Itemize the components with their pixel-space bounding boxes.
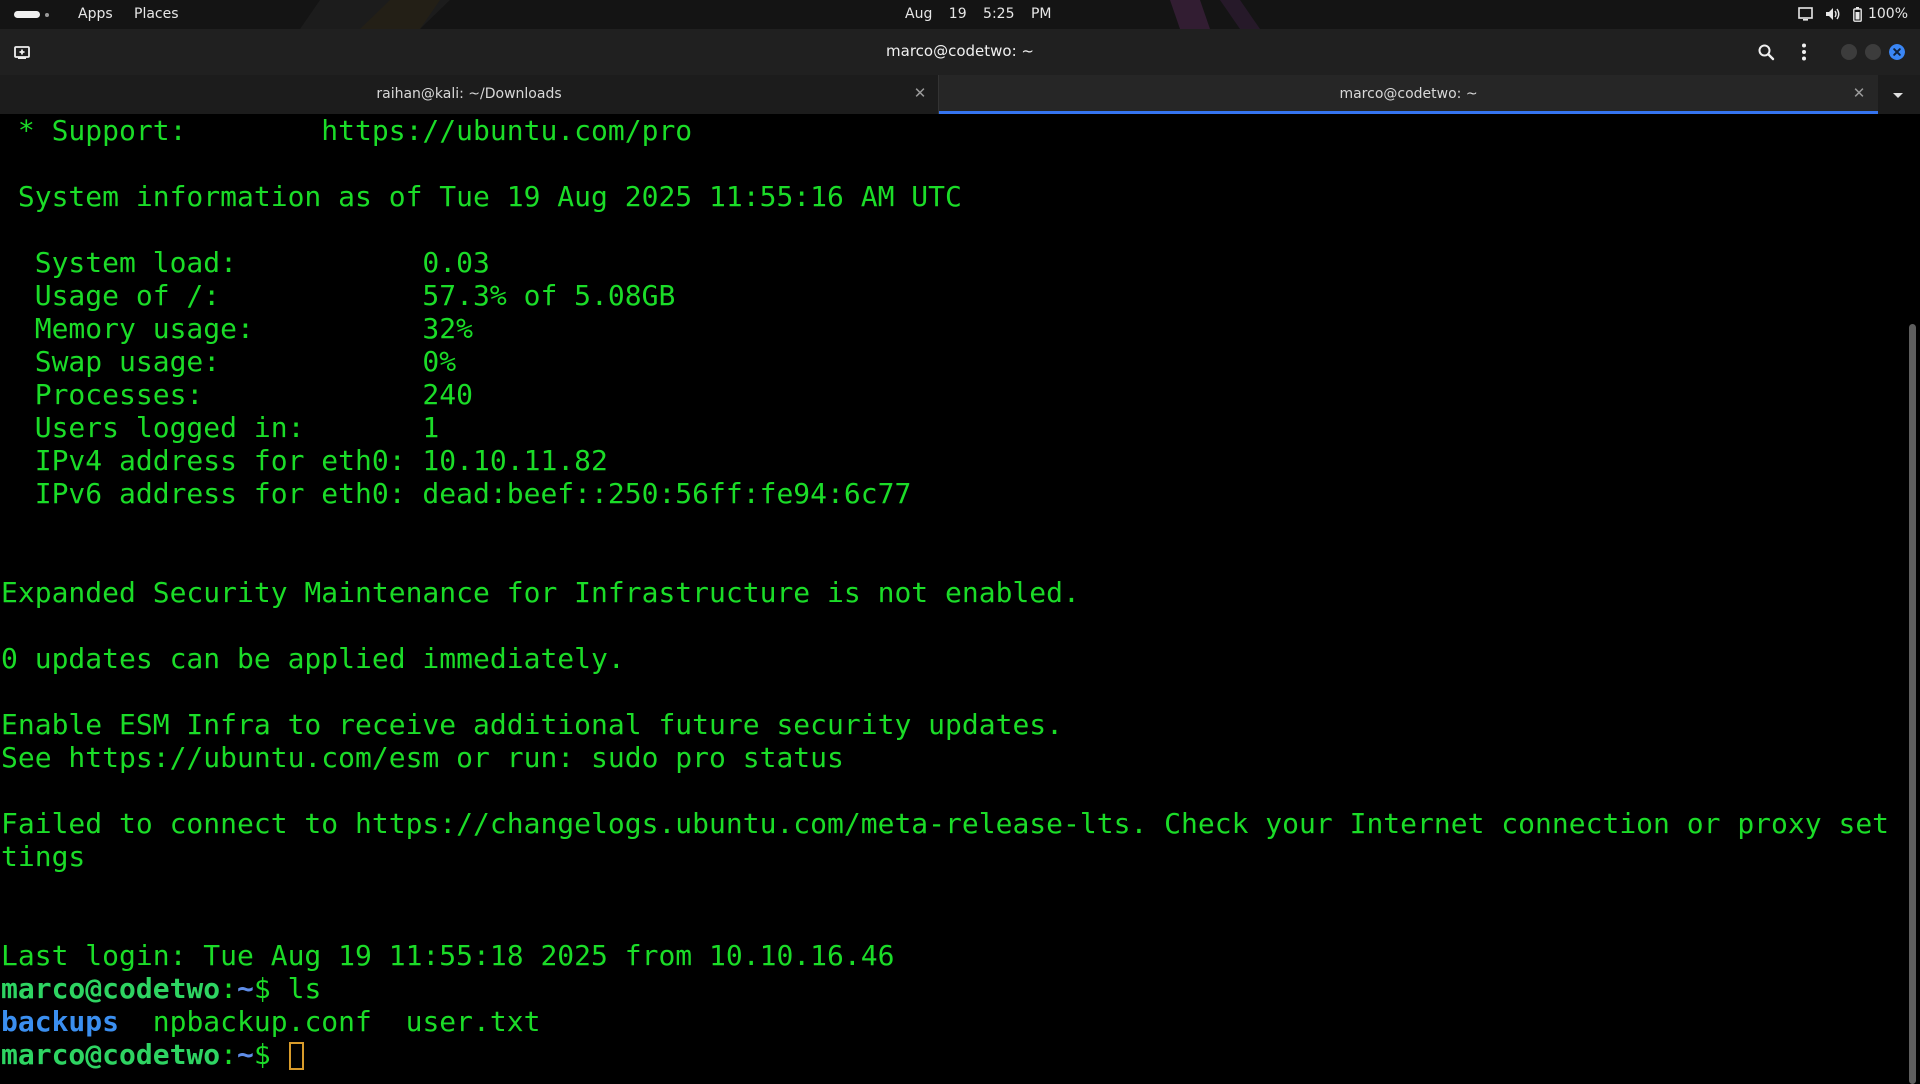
kebab-menu-icon[interactable] xyxy=(1800,42,1808,62)
active-prompt-line[interactable]: marco@codetwo:~$ xyxy=(1,1038,304,1071)
motd-support-line: * Support: https://ubuntu.com/pro xyxy=(1,114,693,147)
prompt-symbol: $ xyxy=(253,1038,288,1071)
prompt-separator: : xyxy=(220,972,238,1005)
command-text: ls xyxy=(287,972,322,1005)
prompt-separator: : xyxy=(220,1038,238,1071)
scrollbar-thumb[interactable] xyxy=(1909,324,1916,1084)
disk-usage-line: Usage of /: 57.3% of 5.08GB xyxy=(1,279,676,312)
swap-usage-line: Swap usage: 0% xyxy=(1,345,457,378)
tab-close-icon[interactable]: ✕ xyxy=(912,83,928,103)
tab-marco-codetwo[interactable]: marco@codetwo: ~ ✕ xyxy=(939,75,1878,114)
processes-line: Processes: 240 xyxy=(1,378,474,411)
wallpaper-decoration xyxy=(1170,0,1260,29)
tab-raihan-kali[interactable]: raihan@kali: ~/Downloads ✕ xyxy=(0,75,938,114)
window-title: marco@codetwo: ~ xyxy=(886,42,1034,60)
see-esm-line: See https://ubuntu.com/esm or run: sudo … xyxy=(1,741,844,774)
tab-close-icon[interactable]: ✕ xyxy=(1851,83,1867,103)
terminal-scrollbar[interactable] xyxy=(1906,114,1920,1084)
prompt-cwd: ~ xyxy=(237,972,254,1005)
ipv4-line: IPv4 address for eth0: 10.10.11.82 xyxy=(1,444,608,477)
search-icon[interactable] xyxy=(1757,43,1775,61)
tab-label: marco@codetwo: ~ xyxy=(1339,86,1478,102)
system-tray[interactable]: 100% xyxy=(1798,5,1908,23)
last-login-line: Last login: Tue Aug 19 11:55:18 2025 fro… xyxy=(1,939,895,972)
tab-label: raihan@kali: ~/Downloads xyxy=(376,86,562,102)
memory-usage-line: Memory usage: 32% xyxy=(1,312,474,345)
activities-indicator[interactable] xyxy=(14,11,54,19)
ipv6-line: IPv6 address for eth0: dead:beef::250:56… xyxy=(1,477,912,510)
tabs-dropdown-icon[interactable] xyxy=(1890,87,1906,103)
connect-failed-wrap-line: tings xyxy=(1,840,86,873)
workspace-dot xyxy=(45,12,49,17)
top-panel: Apps Places Aug 19 5:25 PM 100% xyxy=(0,0,1920,29)
file-entries: npbackup.conf user.txt xyxy=(119,1005,541,1038)
window-headerbar: marco@codetwo: ~ xyxy=(0,29,1920,75)
minimize-icon[interactable] xyxy=(1841,44,1857,60)
battery-percent: 100% xyxy=(1867,6,1908,22)
directory-entry: backups xyxy=(1,1005,120,1038)
prompt-line: marco@codetwo:~$ ls xyxy=(1,972,321,1005)
prompt-symbol: $ xyxy=(253,972,288,1005)
clock[interactable]: Aug 19 5:25 PM xyxy=(905,6,1051,22)
ls-output-line: backups npbackup.conf user.txt xyxy=(1,1005,540,1038)
screen-icon[interactable] xyxy=(1798,7,1813,21)
volume-icon[interactable] xyxy=(1825,7,1841,21)
enable-esm-line: Enable ESM Infra to receive additional f… xyxy=(1,708,1064,741)
battery-icon[interactable] xyxy=(1853,6,1862,22)
tab-bar: raihan@kali: ~/Downloads ✕ marco@codetwo… xyxy=(0,75,1920,115)
users-logged-in-line: Users logged in: 1 xyxy=(1,411,440,444)
prompt-user-host: marco@codetwo xyxy=(1,972,221,1005)
activities-icon xyxy=(14,11,40,18)
motd-sysinfo-line: System information as of Tue 19 Aug 2025… xyxy=(1,180,962,213)
wallpaper-decoration xyxy=(300,0,450,29)
places-menu[interactable]: Places xyxy=(134,6,179,22)
updates-line: 0 updates can be applied immediately. xyxy=(1,642,625,675)
maximize-icon[interactable] xyxy=(1865,44,1881,60)
apps-menu[interactable]: Apps xyxy=(78,6,113,22)
esm-status-line: Expanded Security Maintenance for Infras… xyxy=(1,576,1080,609)
prompt-user-host: marco@codetwo xyxy=(1,1038,221,1071)
connect-failed-line: Failed to connect to https://changelogs.… xyxy=(1,807,1890,840)
text-cursor xyxy=(288,1042,304,1070)
system-load-line: System load: 0.03 xyxy=(1,246,490,279)
prompt-cwd: ~ xyxy=(237,1038,254,1071)
terminal-output[interactable]: * Support: https://ubuntu.com/pro System… xyxy=(0,114,1906,1080)
close-icon[interactable] xyxy=(1889,44,1905,60)
